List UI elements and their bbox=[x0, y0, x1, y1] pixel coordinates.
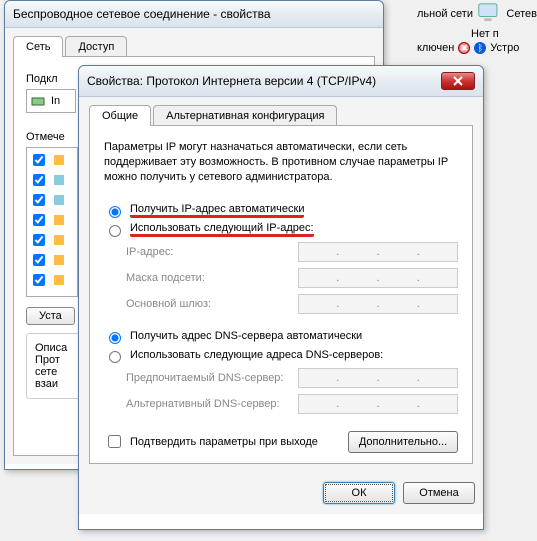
info-text: Параметры IP могут назначаться автоматич… bbox=[104, 140, 458, 185]
item-checkbox[interactable] bbox=[33, 214, 45, 226]
validate-on-exit-label: Подтвердить параметры при выходе bbox=[130, 436, 318, 448]
adapter-icon bbox=[31, 94, 45, 108]
tab-access[interactable]: Доступ bbox=[65, 36, 127, 57]
bgwin-titlebar[interactable]: Беспроводное сетевое соединение - свойст… bbox=[5, 1, 383, 28]
item-checkbox[interactable] bbox=[33, 274, 45, 286]
radio-obtain-dns-auto-input[interactable] bbox=[109, 332, 121, 344]
service-icon bbox=[52, 273, 66, 287]
service-icon bbox=[52, 233, 66, 247]
radio-use-following-ip-input[interactable] bbox=[109, 225, 121, 237]
service-icon bbox=[52, 153, 66, 167]
ip-address-label: IP-адрес: bbox=[126, 246, 173, 258]
radio-label: Использовать следующий IP-адрес: bbox=[130, 222, 314, 237]
service-icon bbox=[52, 173, 66, 187]
subnet-mask-label: Маска подсети: bbox=[126, 272, 205, 284]
radio-label: Использовать следующие адреса DNS-сервер… bbox=[130, 349, 383, 361]
fgwin-title: Свойства: Протокол Интернета версии 4 (T… bbox=[87, 74, 376, 88]
list-item[interactable] bbox=[29, 150, 75, 170]
frag-text: Устро bbox=[490, 42, 519, 54]
validate-on-exit[interactable]: Подтвердить параметры при выходе bbox=[104, 432, 318, 451]
install-button[interactable]: Уста bbox=[26, 307, 75, 325]
advanced-button[interactable]: Дополнительно... bbox=[348, 431, 458, 453]
ipv4-properties-window: Свойства: Протокол Интернета версии 4 (T… bbox=[78, 65, 484, 530]
preferred-dns-field: ... bbox=[298, 368, 458, 388]
frag-text: льной сети bbox=[417, 8, 473, 20]
gateway-label: Основной шлюз: bbox=[126, 298, 211, 310]
fgwin-titlebar[interactable]: Свойства: Протокол Интернета версии 4 (T… bbox=[79, 66, 483, 97]
list-item[interactable] bbox=[29, 190, 75, 210]
validate-on-exit-checkbox[interactable] bbox=[108, 435, 121, 448]
radio-use-following-ip[interactable]: Использовать следующий IP-адрес: bbox=[104, 220, 458, 239]
list-item[interactable] bbox=[29, 270, 75, 290]
item-checkbox[interactable] bbox=[33, 254, 45, 266]
adapter-text: In bbox=[51, 95, 60, 107]
tab-alternate[interactable]: Альтернативная конфигурация bbox=[153, 105, 337, 126]
radio-use-following-dns[interactable]: Использовать следующие адреса DNS-сервер… bbox=[104, 346, 458, 365]
item-checkbox[interactable] bbox=[33, 154, 45, 166]
list-item[interactable] bbox=[29, 250, 75, 270]
radio-obtain-ip-auto[interactable]: Получить IP-адрес автоматически bbox=[104, 201, 458, 220]
frag-text: Сетев bbox=[506, 8, 537, 20]
tab-general[interactable]: Общие bbox=[89, 105, 151, 126]
bluetooth-icon: ᛒ bbox=[474, 42, 486, 54]
bgwin-title: Беспроводное сетевое соединение - свойст… bbox=[13, 7, 271, 21]
item-checkbox[interactable] bbox=[33, 194, 45, 206]
service-icon bbox=[52, 213, 66, 227]
list-item[interactable] bbox=[29, 230, 75, 250]
desktop-fragment: льной сети Сетев Нет п ключен ✕ ᛒ Устро bbox=[417, 2, 537, 62]
radio-obtain-dns-auto[interactable]: Получить адрес DNS-сервера автоматически bbox=[104, 327, 458, 346]
list-item[interactable] bbox=[29, 210, 75, 230]
item-checkbox[interactable] bbox=[33, 234, 45, 246]
tab-network[interactable]: Сеть bbox=[13, 36, 63, 57]
cancel-button[interactable]: Отмена bbox=[403, 482, 475, 504]
radio-use-following-dns-input[interactable] bbox=[109, 351, 121, 363]
error-icon: ✕ bbox=[458, 42, 470, 54]
item-checkbox[interactable] bbox=[33, 174, 45, 186]
gateway-field: ... bbox=[298, 294, 458, 314]
subnet-mask-field: ... bbox=[298, 268, 458, 288]
close-button[interactable] bbox=[441, 72, 475, 90]
list-item[interactable] bbox=[29, 170, 75, 190]
service-icon bbox=[52, 253, 66, 267]
frag-text: Нет п bbox=[471, 28, 499, 40]
close-icon bbox=[453, 76, 463, 86]
alternate-dns-label: Альтернативный DNS-сервер: bbox=[126, 398, 280, 410]
radio-label: Получить IP-адрес автоматически bbox=[130, 203, 304, 218]
radio-label: Получить адрес DNS-сервера автоматически bbox=[130, 330, 362, 342]
alternate-dns-field: ... bbox=[298, 394, 458, 414]
preferred-dns-label: Предпочитаемый DNS-сервер: bbox=[126, 372, 283, 384]
service-icon bbox=[52, 193, 66, 207]
ok-button[interactable]: ОК bbox=[323, 482, 395, 504]
ip-address-field: ... bbox=[298, 242, 458, 262]
frag-text: ключен bbox=[417, 42, 454, 54]
radio-obtain-ip-auto-input[interactable] bbox=[109, 206, 121, 218]
monitor-icon bbox=[477, 2, 502, 26]
